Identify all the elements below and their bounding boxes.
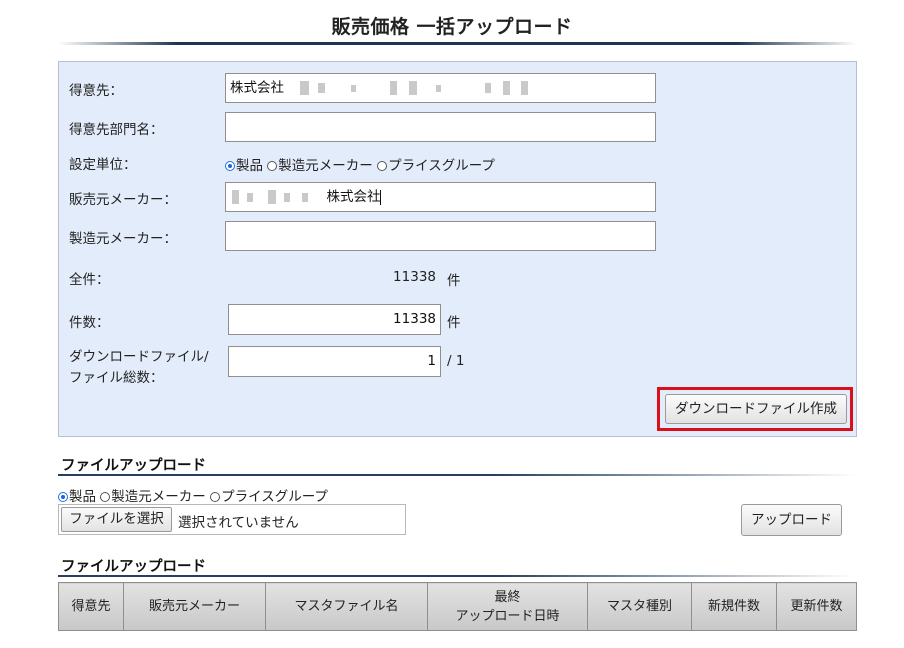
- unit-radio-maker[interactable]: 製造元メーカー: [267, 158, 373, 174]
- column-last-upload: 最終 アップロード日時: [427, 582, 588, 631]
- total-unit: 件: [447, 273, 461, 289]
- radio-icon: [267, 161, 278, 171]
- upload-history-table: 得意先 販売元メーカー マスタファイル名 最終 アップロード日時 マスタ種別 新…: [58, 582, 857, 631]
- column-master-file: マスタファイル名: [265, 582, 428, 631]
- radio-icon: [377, 161, 388, 171]
- maker-label: 製造元メーカー：: [69, 231, 177, 247]
- redacted-block: [232, 190, 239, 204]
- radio-selected-icon: [58, 492, 68, 502]
- column-last-upload-line2: アップロード日時: [455, 608, 560, 624]
- table-header-row: 得意先 販売元メーカー マスタファイル名 最終 アップロード日時 マスタ種別 新…: [58, 582, 857, 631]
- create-download-file-button[interactable]: ダウンロードファイル作成: [665, 394, 847, 424]
- customer-dept-input[interactable]: [225, 112, 656, 142]
- redacted-block: [485, 83, 492, 93]
- column-seller: 販売元メーカー: [123, 582, 266, 631]
- redacted-block: [300, 81, 310, 95]
- column-new-count: 新規件数: [691, 582, 777, 631]
- redacted-block: [317, 83, 325, 93]
- redacted-block: [350, 84, 356, 92]
- redacted-block: [267, 190, 276, 204]
- text-cursor: [380, 189, 382, 205]
- history-section-heading: ファイルアップロード: [61, 559, 206, 575]
- customer-value: 株式会社: [230, 80, 284, 96]
- radio-icon: [100, 492, 111, 502]
- upload-radio-maker[interactable]: 製造元メーカー: [100, 489, 206, 505]
- redacted-block: [302, 192, 309, 202]
- redacted-block: [409, 81, 418, 95]
- upload-section-divider: [58, 474, 856, 476]
- file-number-input[interactable]: 1: [228, 346, 441, 377]
- redacted-block: [435, 84, 441, 92]
- files-label-line2: ファイル総数：: [69, 370, 164, 386]
- seller-value: 株式会社: [326, 189, 381, 205]
- count-input[interactable]: 11338: [228, 304, 441, 335]
- count-label: 件数：: [69, 315, 110, 331]
- title-divider: [58, 42, 856, 45]
- customer-input[interactable]: 株式会社: [225, 73, 656, 103]
- radio-icon: [210, 492, 221, 502]
- total-value: 11338: [393, 269, 436, 285]
- file-total: / 1: [447, 353, 465, 369]
- radio-selected-icon: [225, 161, 235, 171]
- seller-input[interactable]: 株式会社: [225, 182, 656, 212]
- customer-label: 得意先：: [69, 83, 123, 99]
- column-customer: 得意先: [58, 582, 124, 631]
- upload-radio-group: 製品 製造元メーカー プライスグループ: [58, 485, 328, 505]
- page-title: 販売価格 一括アップロード: [331, 16, 573, 38]
- customer-dept-label: 得意先部門名：: [69, 122, 164, 138]
- files-label-line1: ダウンロードファイル/: [69, 349, 209, 365]
- column-master-type: マスタ種別: [587, 582, 692, 631]
- redacted-block: [247, 192, 254, 202]
- upload-button[interactable]: アップロード: [741, 504, 842, 536]
- unit-radio-product[interactable]: 製品: [225, 158, 263, 174]
- upload-radio-pricegroup[interactable]: プライスグループ: [210, 489, 328, 505]
- redacted-block: [390, 81, 398, 95]
- no-file-selected-text: 選択されていません: [178, 515, 299, 531]
- redacted-block: [503, 81, 511, 95]
- upload-radio-product[interactable]: 製品: [58, 489, 96, 505]
- upload-section-heading: ファイルアップロード: [61, 458, 206, 474]
- unit-radio-group: 製品 製造元メーカー プライスグループ: [225, 154, 495, 174]
- unit-radio-pricegroup[interactable]: プライスグループ: [377, 158, 495, 174]
- column-last-upload-line1: 最終: [494, 589, 521, 605]
- choose-file-button[interactable]: ファイルを選択: [61, 507, 172, 532]
- seller-label: 販売元メーカー：: [69, 192, 177, 208]
- total-label: 全件：: [69, 272, 110, 288]
- count-unit: 件: [447, 315, 461, 331]
- history-section-divider: [58, 575, 856, 577]
- unit-label: 設定単位：: [69, 157, 137, 173]
- column-updated-count: 更新件数: [776, 582, 857, 631]
- redacted-block: [283, 192, 290, 202]
- redacted-block: [520, 81, 528, 95]
- maker-input[interactable]: [225, 221, 656, 251]
